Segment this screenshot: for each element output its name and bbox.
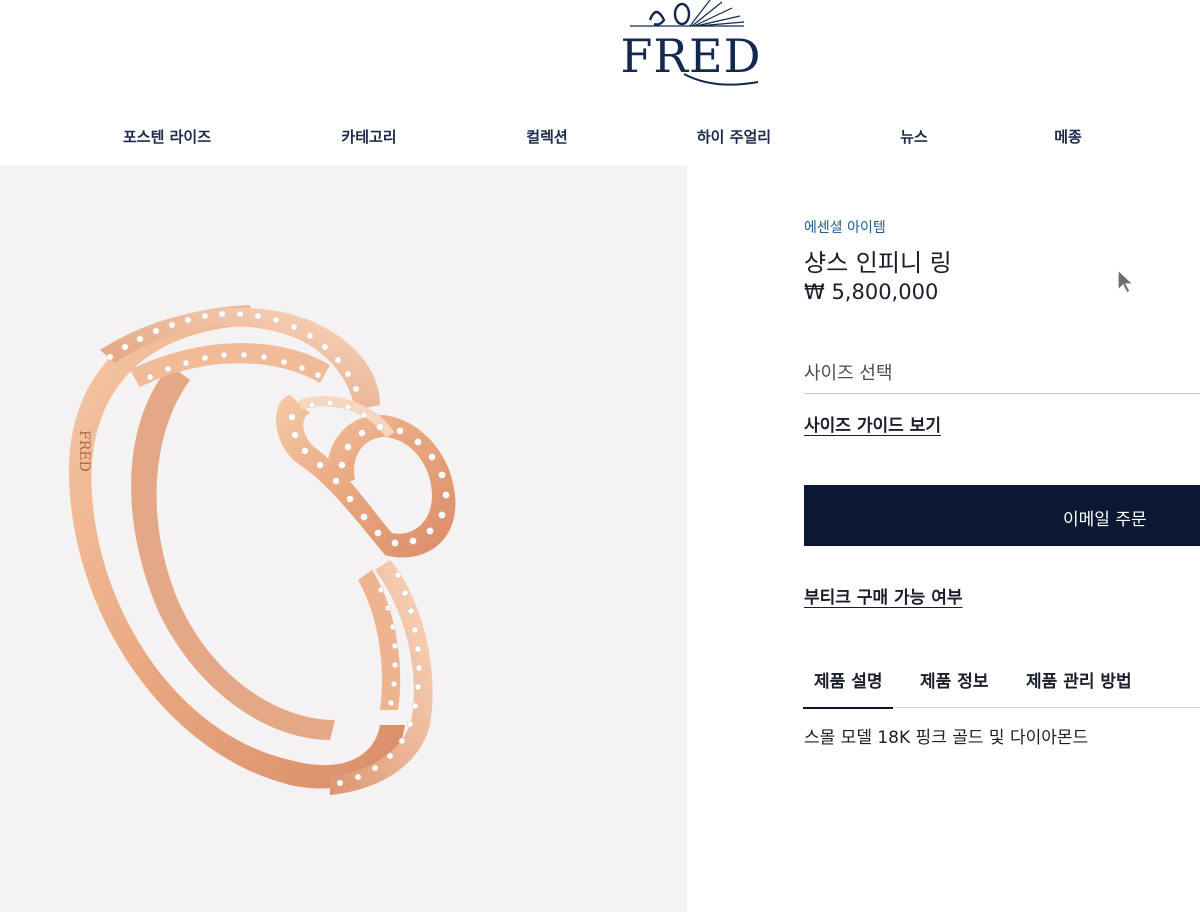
nav-item-posten-rise[interactable]: 포스텐 라이즈	[123, 126, 211, 147]
nav-item-category[interactable]: 카테고리	[341, 126, 396, 147]
ring-engraving: FRED	[76, 430, 92, 472]
email-order-button[interactable]: 이메일 주문	[804, 485, 1200, 546]
product-description: 스몰 모델 18K 핑크 골드 및 다이아몬드	[804, 728, 1089, 748]
nav-item-collection[interactable]: 컬렉션	[526, 126, 567, 147]
size-select[interactable]: 사이즈 선택	[804, 353, 1200, 394]
site-header: FRED 포스텐 라이즈 카테고리 컬렉션 하이 주얼리 뉴스 메종	[0, 0, 1200, 165]
size-guide-link[interactable]: 사이즈 가이드 보기	[804, 411, 941, 436]
tab-product-info[interactable]: 제품 정보	[920, 667, 988, 692]
product-price: ₩ 5,800,000	[804, 280, 939, 304]
size-select-label: 사이즈 선택	[804, 363, 893, 384]
nav-item-maison[interactable]: 메종	[1054, 126, 1082, 147]
logo-wordmark: FRED	[620, 29, 762, 83]
mouse-pointer-icon	[1117, 269, 1135, 294]
email-order-label: 이메일 주문	[1063, 510, 1147, 530]
product-image[interactable]: FRED	[0, 165, 687, 912]
product-tabs: 제품 설명 제품 정보 제품 관리 방법	[802, 655, 1200, 709]
product-title: 샹스 인피니 링	[804, 249, 952, 277]
nav-item-news[interactable]: 뉴스	[900, 126, 928, 147]
main-nav: 포스텐 라이즈 카테고리 컬렉션 하이 주얼리 뉴스 메종	[0, 118, 1200, 154]
product-image-panel: FRED	[0, 165, 687, 912]
tab-care[interactable]: 제품 관리 방법	[1026, 667, 1132, 692]
boutique-availability-link[interactable]: 부티크 구매 가능 여부	[804, 583, 963, 608]
tab-description[interactable]: 제품 설명	[802, 667, 895, 709]
nav-item-high-jewelry[interactable]: 하이 주얼리	[697, 126, 771, 147]
product-details: 에센셜 아이템 샹스 인피니 링 ₩ 5,800,000 사이즈 선택 사이즈 …	[687, 165, 1200, 912]
fred-logo[interactable]: FRED	[612, 0, 772, 92]
product-eyebrow: 에센셜 아이템	[804, 220, 886, 236]
